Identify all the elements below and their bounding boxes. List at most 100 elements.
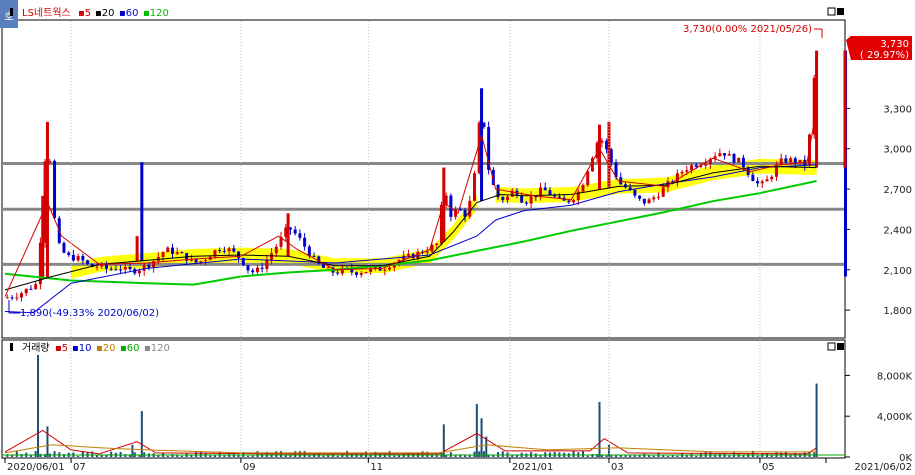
volume-bar	[77, 455, 80, 457]
candle-body	[406, 253, 410, 256]
spike-candle-6	[480, 88, 484, 201]
candle-body	[260, 267, 264, 269]
svg-text:1,890(-49.33% 2020/06/02): 1,890(-49.33% 2020/06/02)	[20, 308, 159, 319]
spike-candle-7	[598, 124, 602, 190]
candle-body	[123, 266, 127, 270]
volume-bar	[633, 455, 636, 457]
volume-bar	[251, 455, 254, 457]
price-tick-label-1: 3,000	[883, 145, 912, 156]
volume-legend-item-5: ▪120	[144, 343, 170, 354]
candle-body	[270, 253, 274, 260]
candle-body	[586, 171, 590, 186]
spike-candle-8	[607, 121, 611, 189]
candle-body	[62, 242, 66, 253]
x-tick-label-4: 2021/01	[512, 462, 554, 473]
candle-body	[20, 293, 24, 298]
candle-body	[770, 176, 774, 180]
volume-bar	[666, 455, 669, 457]
volume-spike-10	[815, 383, 818, 457]
candle-body	[506, 196, 510, 201]
candle-body	[232, 248, 236, 252]
candle-body	[732, 153, 736, 163]
candle-body	[652, 197, 656, 200]
volume-bar	[393, 455, 396, 457]
candle-body	[180, 252, 184, 254]
volume-bar	[482, 451, 485, 457]
candle-body	[647, 199, 651, 204]
candle-body	[529, 196, 533, 204]
candle-body	[95, 266, 99, 268]
candle-body	[435, 243, 439, 245]
volume-bar	[624, 455, 627, 457]
candle-body	[425, 251, 429, 253]
candle-body	[364, 271, 368, 274]
legend-item-4: ▪120	[143, 8, 169, 19]
candle-body	[326, 267, 330, 269]
candle-body	[218, 250, 222, 252]
candle-body	[779, 158, 783, 165]
candle-body	[312, 255, 316, 257]
candle-body	[5, 297, 9, 299]
volume-bar	[501, 451, 504, 457]
stock-chart: 호 LS네트웍스 ▪5 ▪20 ▪60 ▪120 거래량 ▪5 ▪10 ▪20 ▪60 ▪120 …	[0, 0, 915, 475]
spike-candle-3	[140, 162, 144, 261]
volume-bar	[478, 451, 481, 457]
legend-marker	[10, 343, 13, 351]
candle-body	[642, 198, 646, 204]
candle-body	[298, 233, 302, 238]
candle-body	[680, 171, 684, 174]
volume-spike-6	[480, 418, 483, 457]
candle-body	[24, 288, 28, 294]
candle-body	[581, 185, 585, 192]
candle-body	[274, 246, 278, 254]
candle-body	[355, 272, 359, 275]
price-legend: LS네트웍스 ▪5 ▪20 ▪60 ▪120	[10, 7, 169, 19]
candle-body	[199, 261, 203, 263]
volume-bar	[629, 455, 632, 457]
candle-body	[723, 153, 727, 156]
candle-body	[76, 255, 80, 261]
volume-legend-item-2: ▪10	[72, 343, 92, 354]
chart-menu-icon[interactable]: 호	[0, 0, 18, 28]
volume-legend-item-4: ▪60	[120, 343, 140, 354]
volume-bar	[81, 451, 84, 457]
candle-body	[557, 196, 561, 198]
candle-body	[114, 269, 118, 271]
volume-bar	[246, 455, 249, 457]
volume-bar	[199, 451, 202, 457]
candle-body	[449, 195, 453, 217]
candle-body	[293, 229, 297, 234]
volume-bar	[53, 451, 56, 457]
candle-body	[222, 250, 226, 252]
svg-text:( 29.97%): ( 29.97%)	[860, 50, 909, 61]
candle-body	[142, 265, 146, 271]
candle-body	[760, 181, 764, 184]
candle-body	[751, 174, 755, 182]
price-tick-label-0: 3,300	[883, 104, 912, 115]
candle-body	[638, 195, 642, 199]
x-tick-label-1: 07	[73, 462, 86, 473]
volume-tick-label-1: 4,000K	[877, 412, 913, 423]
volume-bar	[770, 455, 773, 457]
candle-body	[524, 202, 528, 204]
x-tick-label-3: 11	[370, 462, 383, 473]
price-tick-label-4: 2,100	[883, 266, 912, 277]
volume-bar	[138, 455, 141, 457]
volume-bar	[732, 451, 735, 457]
candle-body	[175, 252, 179, 254]
volume-bar	[652, 455, 655, 457]
candle-body	[67, 252, 71, 255]
spike-candle-0	[41, 195, 45, 280]
last-price-badge: 3,730 ( 29.97%)	[846, 36, 912, 61]
candle-body	[694, 165, 698, 167]
volume-bar	[435, 455, 438, 457]
candle-body	[128, 266, 132, 270]
volume-bar	[166, 455, 169, 457]
candle-body	[34, 284, 38, 290]
candle-body	[194, 259, 198, 263]
volume-legend: 거래량 ▪5 ▪10 ▪20 ▪60 ▪120	[10, 342, 170, 354]
volume-legend-item-0: 거래량	[22, 342, 50, 354]
candle-body	[10, 297, 14, 299]
spike-candle-2	[135, 236, 139, 262]
volume-bar	[582, 451, 585, 457]
